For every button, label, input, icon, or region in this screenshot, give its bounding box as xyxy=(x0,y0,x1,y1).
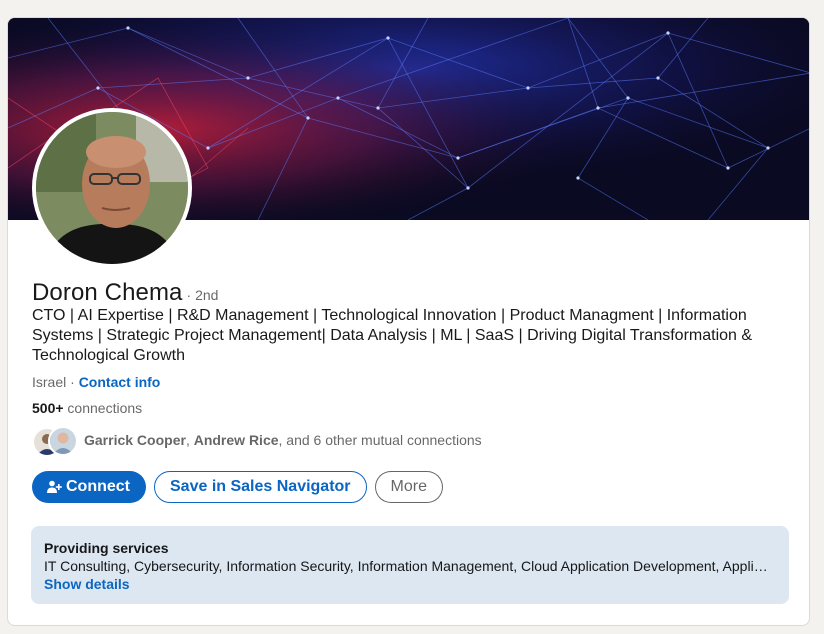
location-separator: · xyxy=(66,374,79,390)
connection-degree: · 2nd xyxy=(186,287,219,303)
connections-label: connections xyxy=(63,400,143,416)
location-row: Israel · Contact info xyxy=(32,374,160,390)
mutual-avatar-2 xyxy=(48,426,78,456)
mutual-rest-text: , and 6 other mutual connections xyxy=(278,432,482,448)
profile-actions: Connect Save in Sales Navigator More xyxy=(32,471,443,503)
services-title: Providing services xyxy=(44,540,169,556)
mutual-name-1: Garrick Cooper xyxy=(84,432,186,448)
mutual-connections-text: Garrick Cooper, Andrew Rice, and 6 other… xyxy=(84,432,482,448)
person-add-icon xyxy=(46,479,62,495)
profile-name: Doron Chema xyxy=(32,279,183,306)
more-actions-button[interactable]: More xyxy=(374,471,443,503)
connections-count-row[interactable]: 500+ connections xyxy=(32,400,142,416)
profile-photo[interactable] xyxy=(32,108,192,268)
connect-button[interactable]: Connect xyxy=(32,471,146,503)
save-in-sales-navigator-button[interactable]: Save in Sales Navigator xyxy=(154,471,367,503)
mutual-name-2: Andrew Rice xyxy=(193,432,279,448)
providing-services-card: Providing services IT Consulting, Cybers… xyxy=(31,526,789,604)
location-text: Israel xyxy=(32,374,67,390)
contact-info-link[interactable]: Contact info xyxy=(79,374,161,390)
profile-card: Doron Chema · 2nd CTO | AI Expertise | R… xyxy=(7,17,810,626)
services-list: IT Consulting, Cybersecurity, Informatio… xyxy=(44,558,774,574)
profile-photo-image xyxy=(36,112,188,264)
show-details-link[interactable]: Show details xyxy=(44,575,777,593)
connect-button-label: Connect xyxy=(66,478,130,495)
mutual-avatars xyxy=(32,425,78,457)
connections-count: 500+ xyxy=(32,400,64,416)
mutual-separator: , xyxy=(185,432,194,448)
mutual-connections-row[interactable]: Garrick Cooper, Andrew Rice, and 6 other… xyxy=(32,424,482,457)
profile-headline: CTO | AI Expertise | R&D Management | Te… xyxy=(32,307,753,364)
